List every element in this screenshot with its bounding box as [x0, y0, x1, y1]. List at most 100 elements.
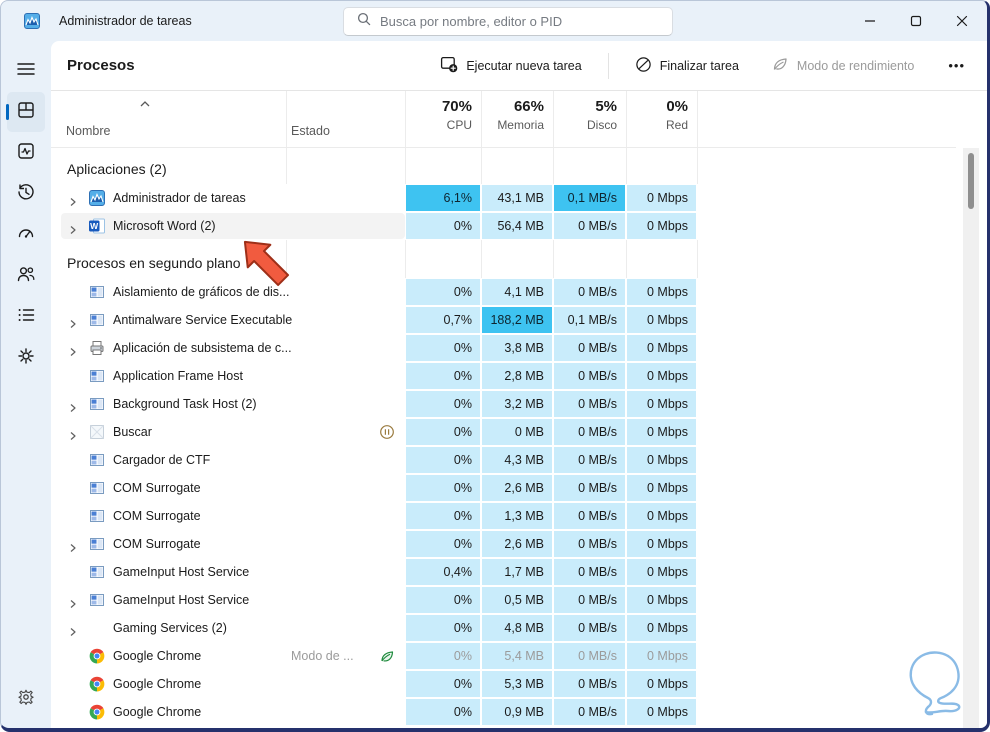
table-row[interactable]: Buscar 0% 0 MB 0 MB/s 0 Mbps	[51, 418, 987, 446]
table-row[interactable]: Google Chrome Modo de ... 0% 5,4 MB 0 MB/s 0 …	[51, 642, 987, 670]
group-label: Procesos en segundo plano	[67, 255, 241, 271]
vertical-scrollbar[interactable]	[963, 148, 979, 728]
table-row[interactable]: Gaming Services (2) 0% 4,8 MB 0 MB/s 0 Mbps	[51, 614, 987, 642]
table-row[interactable]: Aplicación de subsistema de c... 0% 3,8 MB…	[51, 334, 987, 362]
taskmgr-icon	[89, 190, 105, 206]
sidebar-item-services[interactable]	[7, 338, 45, 378]
lightbulb-watermark-icon	[896, 646, 976, 728]
sidebar-item-startup-apps[interactable]	[7, 215, 45, 255]
minimize-button[interactable]	[847, 1, 893, 41]
chevron-right-icon[interactable]	[69, 624, 77, 642]
close-button[interactable]	[939, 1, 985, 41]
search-input[interactable]	[380, 14, 672, 29]
group-header[interactable]: Procesos en segundo plano	[51, 240, 987, 278]
process-name: COM Surrogate	[113, 509, 201, 523]
chevron-right-icon[interactable]	[69, 596, 77, 614]
more-options-button[interactable]: •••	[940, 54, 973, 77]
disk-cell: 0 MB/s	[554, 503, 625, 529]
net-cell: 0 Mbps	[627, 447, 696, 473]
column-separator	[697, 148, 698, 184]
table-row[interactable]: Aislamiento de gráficos de dis... 0% 4,1 M…	[51, 278, 987, 306]
search-icon	[357, 12, 371, 31]
search-box[interactable]	[343, 7, 673, 36]
table-row[interactable]: Google Chrome 0% 5,3 MB 0 MB/s 0 Mbps	[51, 670, 987, 698]
services-icon	[16, 346, 36, 371]
cpu-cell: 0,4%	[406, 559, 480, 585]
sidebar-item-users[interactable]	[7, 256, 45, 296]
efficiency-mode-button[interactable]: Modo de rendimiento	[765, 50, 920, 81]
sidebar-item-menu[interactable]	[7, 51, 45, 91]
table-row[interactable]: GameInput Host Service 0% 0,5 MB 0 MB/s 0 Mb…	[51, 586, 987, 614]
process-name: Antimalware Service Executable	[113, 313, 293, 327]
net-cell: 0 Mbps	[627, 391, 696, 417]
mem-cell: 0 MB	[482, 419, 552, 445]
column-separator	[481, 91, 482, 147]
sidebar-item-settings[interactable]	[7, 680, 45, 718]
cpu-cell: 0,7%	[406, 307, 480, 333]
title-bar: Administrador de tareas	[1, 1, 987, 41]
column-separator	[626, 148, 627, 184]
chevron-right-icon[interactable]	[69, 222, 77, 240]
process-name: Cargador de CTF	[113, 453, 211, 467]
column-disk[interactable]: 5% Disco	[554, 91, 625, 147]
sort-ascending-icon[interactable]	[139, 95, 151, 113]
table-row[interactable]: Cargador de CTF 0% 4,3 MB 0 MB/s 0 Mbps	[51, 446, 987, 474]
table-row[interactable]: COM Surrogate 0% 2,6 MB 0 MB/s 0 Mbps	[51, 530, 987, 558]
cpu-cell: 0%	[406, 699, 480, 725]
table-row[interactable]: Google Chrome 0% 0,9 MB 0 MB/s 0 Mbps	[51, 698, 987, 726]
word-icon: W	[89, 218, 105, 234]
column-name[interactable]: Nombre	[66, 124, 110, 138]
group-label: Aplicaciones (2)	[67, 161, 167, 177]
column-cpu[interactable]: 70% CPU	[406, 91, 480, 147]
chevron-right-icon[interactable]	[69, 428, 77, 446]
task-manager-app-icon	[24, 13, 40, 29]
column-status[interactable]: Estado	[291, 124, 330, 138]
exe-icon	[89, 396, 105, 412]
table-row[interactable]: Application Frame Host 0% 2,8 MB 0 MB/s 0 Mb…	[51, 362, 987, 390]
run-new-task-button[interactable]: Ejecutar nueva tarea	[434, 50, 587, 81]
table-row[interactable]: COM Surrogate 0% 2,6 MB 0 MB/s 0 Mbps	[51, 474, 987, 502]
disk-cell: 0 MB/s	[554, 475, 625, 501]
column-separator	[553, 148, 554, 184]
chevron-right-icon[interactable]	[69, 316, 77, 334]
sidebar-item-processes[interactable]	[6, 92, 45, 132]
chevron-right-icon[interactable]	[69, 194, 77, 212]
sidebar-item-performance[interactable]	[7, 133, 45, 173]
process-name: Microsoft Word (2)	[113, 219, 216, 233]
disk-cell: 0 MB/s	[554, 587, 625, 613]
table-row[interactable]: W Microsoft Word (2) 0% 56,4 MB 0 MB/s 0 Mbps	[51, 212, 987, 240]
column-memory[interactable]: 66% Memoria	[482, 91, 552, 147]
mem-cell: 5,3 MB	[482, 671, 552, 697]
efficiency-leaf-icon	[379, 648, 395, 664]
process-name: Google Chrome	[113, 677, 202, 691]
sidebar-item-details[interactable]	[7, 297, 45, 337]
chevron-right-icon[interactable]	[69, 344, 77, 362]
disk-cell: 0 MB/s	[554, 419, 625, 445]
table-row[interactable]: Antimalware Service Executable 0,7% 188,2 …	[51, 306, 987, 334]
column-separator	[697, 240, 698, 278]
status-text: Modo de ...	[291, 649, 354, 663]
group-header[interactable]: Aplicaciones (2)	[51, 148, 987, 184]
mem-cell: 1,3 MB	[482, 503, 552, 529]
efficiency-mode-icon	[771, 55, 789, 76]
end-task-button[interactable]: Finalizar tarea	[629, 51, 745, 81]
table-row[interactable]: Background Task Host (2) 0% 3,2 MB 0 MB/s 0 …	[51, 390, 987, 418]
column-net[interactable]: 0% Red	[627, 91, 696, 147]
disk-cell: 0 MB/s	[554, 213, 625, 239]
net-cell: 0 Mbps	[627, 699, 696, 725]
end-task-label: Finalizar tarea	[659, 58, 739, 73]
table-row[interactable]: Administrador de tareas 6,1% 43,1 MB 0,1 MB…	[51, 184, 987, 212]
menu-icon	[16, 59, 36, 84]
chevron-right-icon[interactable]	[69, 540, 77, 558]
process-name: Buscar	[113, 425, 152, 439]
scrollbar-thumb[interactable]	[968, 153, 974, 209]
exe-icon	[89, 368, 105, 384]
table-row[interactable]: GameInput Host Service 0,4% 1,7 MB 0 MB/s 0 …	[51, 558, 987, 586]
column-separator	[481, 240, 482, 278]
run-new-task-label: Ejecutar nueva tarea	[466, 58, 582, 73]
disk-cell: 0 MB/s	[554, 279, 625, 305]
maximize-button[interactable]	[893, 1, 939, 41]
table-row[interactable]: COM Surrogate 0% 1,3 MB 0 MB/s 0 Mbps	[51, 502, 987, 530]
chevron-right-icon[interactable]	[69, 400, 77, 418]
sidebar-item-app-history[interactable]	[7, 174, 45, 214]
